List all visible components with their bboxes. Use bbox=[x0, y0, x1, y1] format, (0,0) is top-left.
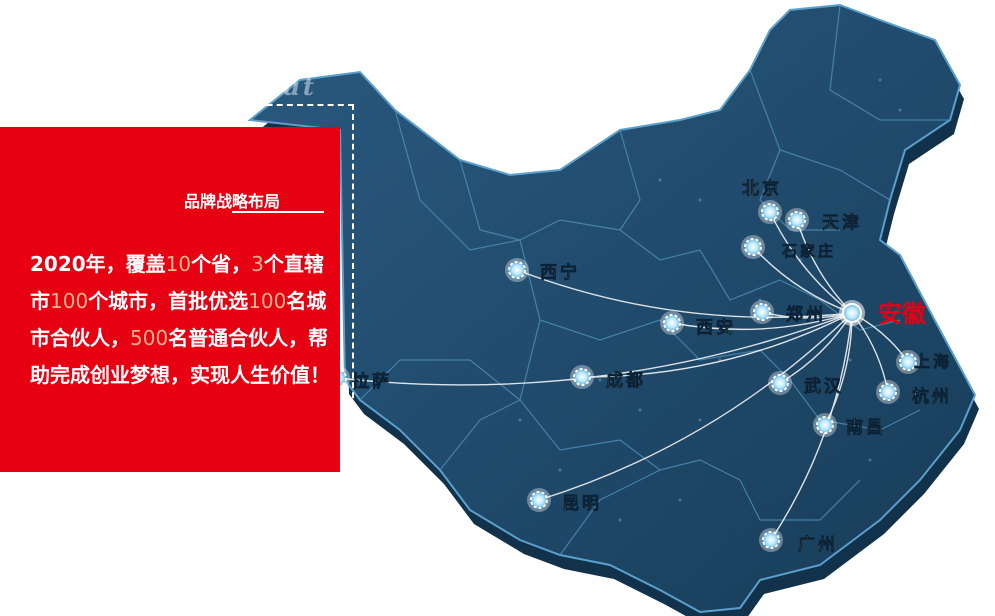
city-label-guangzhou: 广州 bbox=[798, 534, 838, 555]
city-node-hangzhou bbox=[876, 380, 900, 404]
city-label-shijiazhuang: 石家庄 bbox=[781, 242, 836, 260]
city-label-shanghai: 上海 bbox=[914, 352, 952, 371]
hub-node bbox=[839, 300, 865, 326]
city-label-beijing: 北京 bbox=[742, 178, 782, 199]
city-label-lasa: 拉萨 bbox=[352, 371, 392, 392]
about-watermark: About bbox=[222, 72, 317, 101]
highlight-number: 3 bbox=[251, 252, 264, 276]
city-node-shijiazhuang bbox=[741, 235, 765, 259]
city-label-chengdu: 成都 bbox=[606, 370, 646, 391]
description-text: 个省， bbox=[191, 252, 252, 276]
city-node-chengdu bbox=[570, 365, 594, 389]
city-label-xian: 西安 bbox=[696, 317, 736, 338]
city-node-zhengzhou bbox=[750, 300, 774, 324]
city-label-kunming: 昆明 bbox=[562, 494, 602, 514]
heading-underline bbox=[232, 211, 324, 213]
hub-label: 安徽 bbox=[878, 300, 927, 328]
city-node-nanchang bbox=[813, 413, 837, 437]
highlight-number: 100 bbox=[50, 289, 89, 313]
map-land bbox=[247, 3, 977, 614]
city-label-nanchang: 南昌 bbox=[846, 417, 886, 438]
city-label-hangzhou: 杭州 bbox=[912, 386, 952, 407]
city-node-kunming bbox=[527, 488, 551, 512]
city-node-wuhan bbox=[768, 371, 792, 395]
city-label-wuhan: 武汉 bbox=[804, 376, 844, 397]
city-node-xian bbox=[660, 311, 684, 335]
city-node-beijing bbox=[758, 200, 782, 224]
city-node-tianjin bbox=[785, 208, 809, 232]
highlight-number: 100 bbox=[248, 289, 287, 313]
panel-description: 2020年，覆盖10个省，3个直辖市100个城市，首批优选100名城市合伙人，5… bbox=[30, 246, 330, 394]
panel-heading: 品牌战略布局 bbox=[184, 192, 281, 211]
description-text: 2020年，覆盖 bbox=[30, 252, 166, 276]
highlight-number: 10 bbox=[165, 252, 192, 276]
city-node-xining bbox=[505, 258, 529, 282]
description-text: 个城市，首批优选 bbox=[88, 289, 249, 313]
highlight-number: 500 bbox=[130, 326, 169, 350]
city-node-guangzhou bbox=[759, 528, 783, 552]
city-label-zhengzhou: 郑州 bbox=[786, 304, 826, 325]
city-label-tianjin: 天津 bbox=[822, 212, 862, 233]
city-label-xining: 西宁 bbox=[540, 262, 580, 283]
